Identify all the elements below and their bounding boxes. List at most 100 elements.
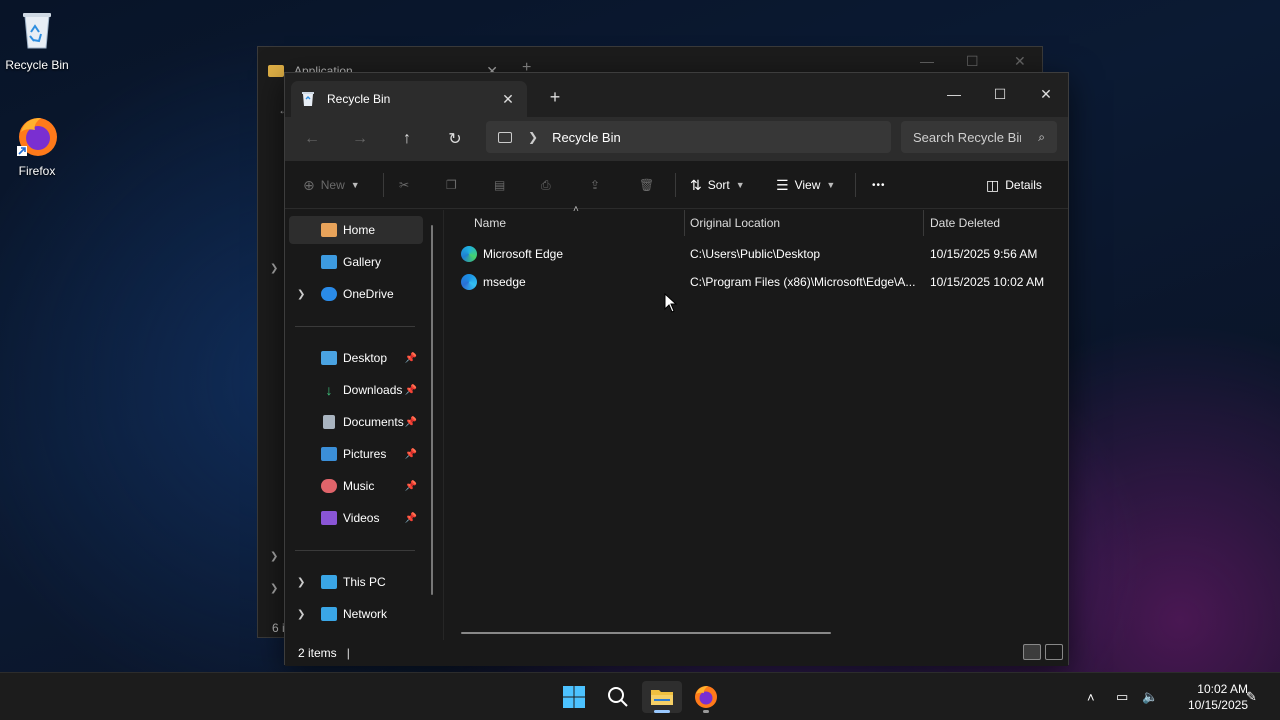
folder-icon (268, 65, 284, 77)
up-icon[interactable]: ↑ (393, 127, 421, 151)
column-header-original-location[interactable]: Original Location (690, 210, 920, 236)
pane-divider[interactable] (443, 210, 444, 640)
search-button[interactable] (598, 681, 638, 713)
table-row[interactable]: Microsoft Edge C:\Users\Public\Desktop 1… (445, 240, 1068, 268)
desktop-icon-recycle-bin[interactable]: Recycle Bin (0, 8, 74, 72)
close-icon[interactable]: ✕ (1014, 53, 1026, 70)
sidebar-item-pictures[interactable]: Pictures 📌 (289, 440, 423, 468)
chevron-right-icon[interactable]: ❯ (297, 577, 311, 588)
chevron-right-icon[interactable]: ❯ (297, 289, 311, 300)
chevron-right-icon[interactable]: ❯ (270, 263, 278, 274)
firefox-taskbar-button[interactable] (686, 681, 726, 713)
chevron-right-icon[interactable]: ❯ (270, 551, 278, 562)
sidebar-item-downloads[interactable]: ↓ Downloads 📌 (289, 376, 423, 404)
share-button[interactable]: ⇪ (590, 173, 600, 197)
column-divider[interactable] (684, 210, 685, 236)
chevron-right-icon[interactable]: ❯ (297, 609, 311, 620)
pin-icon[interactable]: 📌 (405, 417, 417, 428)
clipboard-icon: ▤ (494, 178, 506, 192)
rename-button[interactable]: ⎙ (541, 173, 551, 197)
divider (295, 326, 415, 327)
file-explorer-taskbar-button[interactable] (642, 681, 682, 713)
chevron-down-icon: ▼ (735, 180, 745, 190)
divider (675, 173, 676, 197)
search-input[interactable]: Search Recycle Bin ⌕ (901, 121, 1057, 153)
document-icon (323, 415, 335, 429)
system-clock[interactable]: 10:02 AM 10/15/2025 (1168, 681, 1248, 713)
pin-icon[interactable]: 📌 (405, 385, 417, 396)
sidebar-item-documents[interactable]: Documents 📌 (289, 408, 423, 436)
sidebar-item-label: Pictures (343, 447, 387, 461)
column-divider[interactable] (923, 210, 924, 236)
cloud-icon (321, 287, 337, 301)
pin-icon[interactable]: 📌 (405, 449, 417, 460)
tray-overflow-icon[interactable]: ˄ (1087, 673, 1095, 720)
sidebar-item-music[interactable]: Music 📌 (289, 472, 423, 500)
refresh-icon[interactable]: ↻ (441, 127, 469, 151)
delete-button[interactable]: 🗑 (639, 173, 654, 197)
table-row[interactable]: msedge C:\Program Files (x86)\Microsoft\… (445, 268, 1068, 296)
recycle-bin-icon (301, 91, 315, 107)
start-button[interactable] (554, 681, 594, 713)
divider (295, 550, 415, 551)
copy-button[interactable]: ❐ (446, 173, 457, 197)
taskbar: ˄ ▭ 🔈 10:02 AM 10/15/2025 ✎ (0, 672, 1280, 720)
sidebar-item-onedrive[interactable]: ❯ OneDrive (289, 280, 423, 308)
volume-muted-icon[interactable]: 🔈 (1142, 673, 1158, 720)
forward-icon[interactable]: → (346, 127, 374, 151)
desktop-icon-label: Firefox (18, 164, 56, 178)
sidebar-item-label: OneDrive (343, 287, 394, 301)
plus-circle-icon: ⊕ (303, 176, 315, 193)
details-button[interactable]: ◫ Details (986, 173, 1042, 197)
trash-icon: 🗑 (639, 178, 655, 192)
column-header-date-deleted[interactable]: Date Deleted (930, 210, 1060, 236)
minimize-icon[interactable]: — (920, 53, 934, 69)
sidebar-item-desktop[interactable]: Desktop 📌 (289, 344, 423, 372)
sidebar-item-home[interactable]: Home (289, 216, 423, 244)
home-icon (321, 223, 337, 237)
paste-button[interactable]: ▤ (494, 173, 505, 197)
address-path-box[interactable]: ❯ Recycle Bin (486, 121, 891, 153)
desktop-icon-firefox[interactable]: Firefox (0, 114, 74, 178)
network-status-icon[interactable]: ▭ (1116, 673, 1128, 720)
cut-button[interactable]: ✂ (399, 173, 409, 197)
chevron-right-icon[interactable]: ❯ (528, 130, 538, 144)
pin-icon[interactable]: 📌 (405, 513, 417, 524)
maximize-icon[interactable]: ☐ (977, 79, 1023, 109)
maximize-icon[interactable]: ☐ (966, 53, 979, 70)
sidebar-item-label: Network (343, 607, 388, 621)
sidebar-item-this-pc[interactable]: ❯ This PC (289, 568, 423, 596)
sidebar-item-label: Videos (343, 511, 380, 525)
breadcrumb-recycle-bin[interactable]: Recycle Bin (552, 130, 621, 145)
new-tab-icon[interactable]: + (547, 87, 563, 108)
nav-scrollbar[interactable] (431, 225, 433, 595)
recycle-bin-window[interactable]: Recycle Bin ✕ + — ☐ ✕ ← → ↑ ↻ ❯ Recycle … (284, 72, 1069, 666)
tab-title: Recycle Bin (327, 92, 391, 106)
more-options-button[interactable]: ••• (872, 173, 886, 197)
notification-icon[interactable]: ✎ (1246, 673, 1257, 720)
computer-icon (321, 575, 337, 589)
divider (855, 173, 856, 197)
more-icon: ••• (872, 179, 886, 191)
desktop-icon (321, 351, 337, 365)
pin-icon[interactable]: 📌 (405, 481, 417, 492)
video-icon (321, 511, 337, 525)
sidebar-item-gallery[interactable]: Gallery (289, 248, 423, 276)
close-tab-icon[interactable]: ✕ (499, 91, 517, 108)
close-window-icon[interactable]: ✕ (1023, 79, 1069, 109)
large-icons-view-icon[interactable] (1045, 644, 1063, 660)
tab-recycle-bin[interactable]: Recycle Bin ✕ (291, 81, 527, 117)
new-button[interactable]: ⊕ New ▼ (303, 173, 360, 197)
date-cell: 10/15/2025 9:56 AM (930, 247, 1038, 261)
chevron-right-icon[interactable]: ❯ (270, 583, 278, 594)
horizontal-scrollbar[interactable] (461, 632, 831, 634)
pin-icon[interactable]: 📌 (405, 353, 417, 364)
back-icon[interactable]: ← (298, 127, 326, 151)
details-view-icon[interactable] (1023, 644, 1041, 660)
sort-button[interactable]: ⇅ Sort ▼ (690, 173, 745, 197)
sidebar-item-videos[interactable]: Videos 📌 (289, 504, 423, 532)
minimize-icon[interactable]: — (931, 79, 977, 109)
view-button[interactable]: ☰ View ▼ (776, 173, 835, 197)
column-header-name[interactable]: Name (474, 210, 674, 236)
sidebar-item-network[interactable]: ❯ Network (289, 600, 423, 628)
